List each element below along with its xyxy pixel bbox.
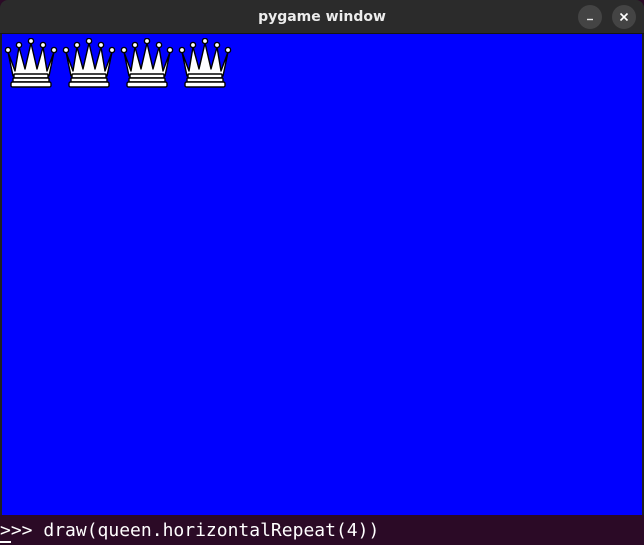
window-title: pygame window [258,9,386,25]
terminal[interactable]: >>> draw(queen.horizontalRepeat(4)) [0,515,644,545]
chess-queen-icon [4,38,58,88]
minimize-icon [587,18,593,21]
pygame-window: pygame window [0,0,644,515]
close-icon [619,12,629,22]
close-button[interactable] [612,5,636,29]
chess-queen-icon [178,38,232,88]
chess-queen-icon [120,38,174,88]
chess-queen-icon [62,38,116,88]
terminal-command-line[interactable]: >>> draw(queen.horizontalRepeat(4)) [0,520,379,541]
terminal-command: draw(queen.horizontalRepeat(4)) [43,520,380,541]
terminal-cursor [0,541,11,543]
pygame-canvas[interactable] [2,34,642,515]
title-bar[interactable]: pygame window [0,0,644,34]
terminal-prompt: >>> [0,520,44,541]
minimize-button[interactable] [578,5,602,29]
